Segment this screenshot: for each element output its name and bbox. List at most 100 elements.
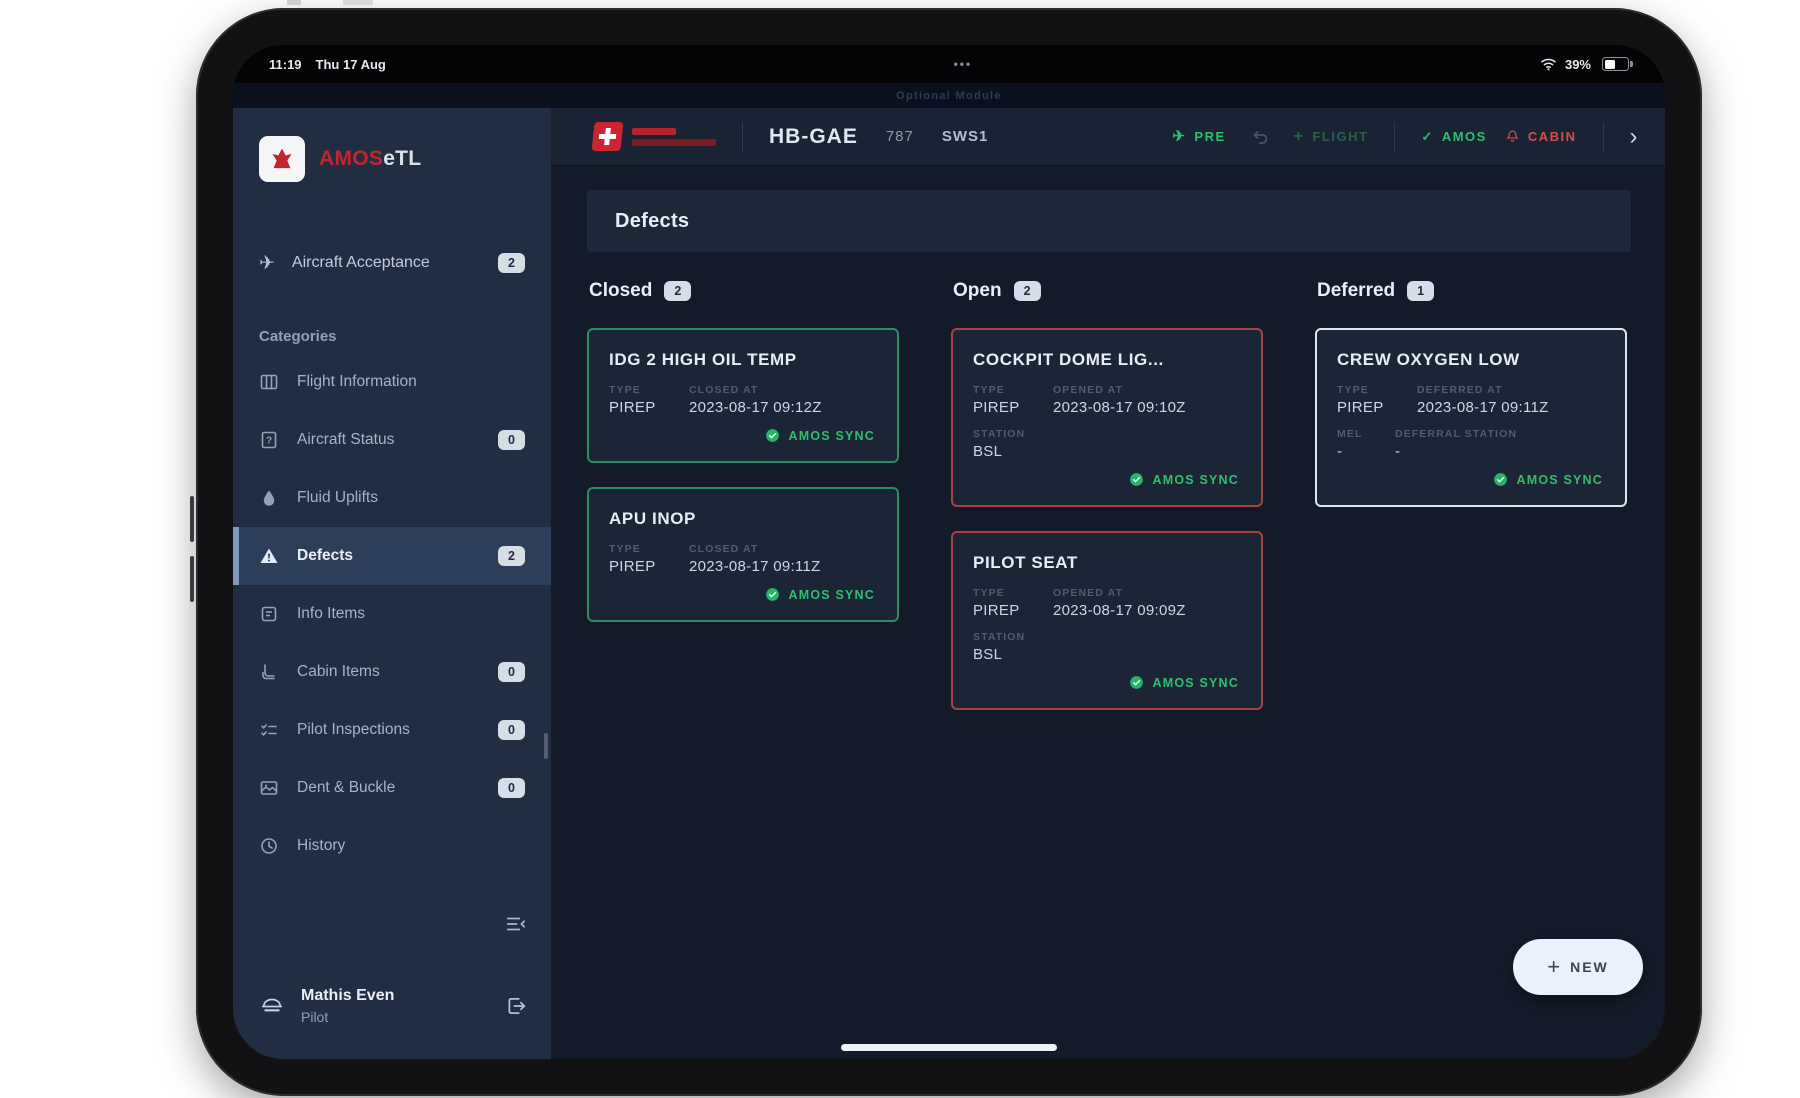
field-label: OPENED AT (1053, 384, 1241, 399)
plus-icon: + (1294, 128, 1305, 146)
aircraft-registration: HB-GAE (769, 125, 858, 149)
sidebar-item-label: Info Items (297, 605, 365, 623)
field-label: TYPE (609, 543, 689, 558)
check-icon: ✓ (1421, 129, 1433, 145)
ipad-device-frame: 11:19 Thu 17 Aug ••• 39% Optional Module (196, 8, 1702, 1096)
sidebar-item-defects[interactable]: Defects 2 (233, 527, 551, 585)
count-badge: 2 (498, 253, 525, 273)
field-value: 2023-08-17 09:12Z (689, 399, 877, 428)
optional-module-label: Optional Module (896, 90, 1002, 102)
sidebar-item-pilot-inspections[interactable]: Pilot Inspections 0 (233, 701, 551, 759)
amos-logo (259, 136, 305, 182)
app-title-amos: AMOS (319, 147, 383, 170)
collapse-sidebar-icon[interactable] (505, 913, 527, 935)
defect-title: APU INOP (609, 509, 877, 529)
sidebar-scrollbar-thumb[interactable] (544, 733, 548, 759)
defect-title: COCKPIT DOME LIG... (973, 350, 1241, 370)
divider (1394, 122, 1395, 152)
wifi-icon (1540, 57, 1557, 71)
sync-status: AMOS SYNC (973, 675, 1241, 698)
defect-card[interactable]: CREW OXYGEN LOW TYPE DEFERRED AT PIREP 2… (1315, 328, 1627, 507)
defect-card[interactable]: PILOT SEAT TYPE OPENED AT PIREP 2023-08-… (951, 531, 1263, 710)
field-value: PIREP (609, 558, 689, 587)
sync-label: AMOS SYNC (1152, 473, 1239, 487)
svg-text:?: ? (266, 436, 272, 447)
check-circle-icon (1129, 472, 1144, 487)
sidebar-item-label: Flight Information (297, 373, 417, 391)
defect-title: PILOT SEAT (973, 553, 1241, 573)
sidebar-item-dent-buckle[interactable]: Dent & Buckle 0 (233, 759, 551, 817)
home-indicator[interactable] (841, 1044, 1057, 1051)
count-badge: 0 (498, 430, 525, 450)
column-open: Open 2 COCKPIT DOME LIG... TYPE OPENED A… (951, 266, 1263, 734)
note-icon (259, 604, 279, 624)
user-profile[interactable]: Mathis Even Pilot (259, 987, 527, 1025)
sidebar-item-label: Fluid Uplifts (297, 489, 378, 507)
sidebar-item-flight-information[interactable]: Flight Information (233, 353, 551, 411)
add-flight-button[interactable]: + FLIGHT (1294, 128, 1369, 146)
user-role: Pilot (301, 1009, 394, 1025)
pre-flight-button[interactable]: ✈ PRE (1172, 129, 1225, 144)
swiss-airlines-logo (593, 122, 716, 151)
defects-board: Defects Closed 2 IDG 2 HIGH OIL TEMP (551, 166, 1665, 1059)
new-label: NEW (1570, 959, 1609, 975)
check-circle-icon (1129, 675, 1144, 690)
field-label: DEFERRAL STATION (1395, 428, 1605, 443)
amos-sync-button[interactable]: ✓ AMOS (1421, 129, 1486, 145)
field-label: DEFERRED AT (1417, 384, 1605, 399)
sync-status: AMOS SYNC (609, 587, 877, 610)
sidebar-item-label: Defects (297, 547, 353, 565)
volume-down-button[interactable] (190, 556, 194, 602)
status-menu-dots[interactable]: ••• (386, 57, 1540, 71)
sidebar-item-fluid-uplifts[interactable]: Fluid Uplifts (233, 469, 551, 527)
status-time: 11:19 (269, 57, 302, 72)
optional-module-strip: Optional Module (233, 83, 1665, 108)
defect-card[interactable]: COCKPIT DOME LIG... TYPE OPENED AT PIREP… (951, 328, 1263, 507)
count-badge: 2 (1014, 281, 1041, 301)
screenshot-artifact (287, 0, 301, 5)
field-value: BSL (973, 646, 1241, 675)
logout-icon[interactable] (505, 995, 527, 1017)
plane-icon: ✈ (259, 254, 275, 273)
plus-icon: + (1547, 956, 1560, 978)
amos-label: AMOS (1442, 129, 1487, 144)
sidebar-item-label: Cabin Items (297, 663, 380, 681)
column-title: Open (953, 280, 1002, 302)
sidebar-item-cabin-items[interactable]: Cabin Items 0 (233, 643, 551, 701)
field-value: 2023-08-17 09:11Z (1417, 399, 1605, 428)
sidebar-item-aircraft-status[interactable]: ? Aircraft Status 0 (233, 411, 551, 469)
field-value: - (1395, 443, 1605, 472)
question-doc-icon: ? (259, 430, 279, 450)
cabin-alert-button[interactable]: CABIN (1505, 129, 1577, 144)
sidebar-item-label: Aircraft Acceptance (292, 254, 430, 272)
field-value: 2023-08-17 09:11Z (689, 558, 877, 587)
field-label: MEL (1337, 428, 1395, 443)
pre-label: PRE (1194, 129, 1225, 144)
undo-icon[interactable] (1250, 127, 1270, 147)
defect-title: IDG 2 HIGH OIL TEMP (609, 350, 877, 370)
warning-triangle-icon (259, 546, 279, 566)
field-value: 2023-08-17 09:10Z (1053, 399, 1241, 428)
defect-card[interactable]: APU INOP TYPE CLOSED AT PIREP 2023-08-17… (587, 487, 899, 622)
sync-label: AMOS SYNC (1516, 473, 1603, 487)
battery-percent: 39% (1565, 57, 1591, 72)
chevron-right-icon[interactable]: › (1630, 125, 1640, 149)
sidebar-item-history[interactable]: History (233, 817, 551, 875)
volume-up-button[interactable] (190, 496, 194, 542)
sync-status: AMOS SYNC (609, 428, 877, 451)
new-defect-button[interactable]: + NEW (1513, 939, 1643, 995)
status-bar: 11:19 Thu 17 Aug ••• 39% (233, 45, 1665, 83)
screenshot-artifact (343, 0, 373, 5)
photo-icon (259, 778, 279, 798)
sidebar-item-aircraft-acceptance[interactable]: ✈ Aircraft Acceptance 2 (233, 240, 551, 286)
sidebar-nav: Flight Information ? Aircraft Status 0 (233, 353, 551, 875)
field-value: - (1337, 443, 1395, 472)
field-value: PIREP (973, 602, 1053, 631)
sidebar-section-label: Categories (259, 328, 551, 345)
defect-card[interactable]: IDG 2 HIGH OIL TEMP TYPE CLOSED AT PIREP… (587, 328, 899, 463)
column-title: Closed (589, 280, 652, 302)
field-label: TYPE (1337, 384, 1417, 399)
flight-toolbar: HB-GAE 787 SWS1 ✈ PRE + FLIGHT (551, 108, 1665, 166)
cabin-alert-icon (1505, 129, 1520, 144)
sidebar-item-info-items[interactable]: Info Items (233, 585, 551, 643)
